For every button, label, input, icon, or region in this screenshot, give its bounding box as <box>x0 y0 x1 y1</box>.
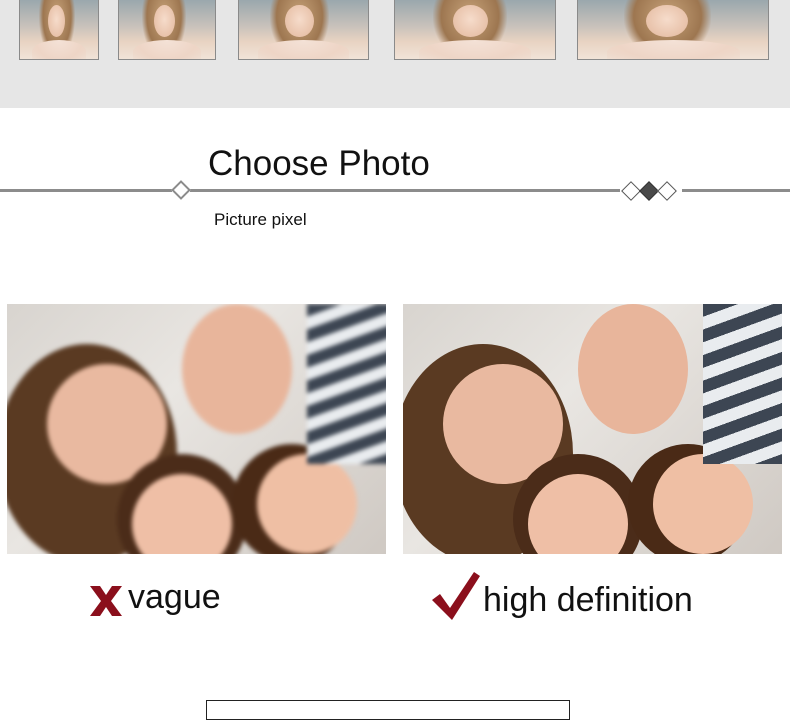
striped-shirt <box>307 304 386 464</box>
thumbnail-shoulder <box>258 40 349 59</box>
photo-content <box>7 304 386 554</box>
thumbnail-5[interactable] <box>577 0 769 60</box>
face-shape <box>578 304 688 434</box>
diamond-outline-icon <box>621 181 641 201</box>
thumbnail-shoulder <box>133 40 201 59</box>
striped-shirt <box>703 304 782 464</box>
thumbnail-4[interactable] <box>394 0 556 60</box>
thumbnail-face <box>646 4 689 38</box>
thumbnail-shoulder <box>419 40 531 59</box>
page-title: Choose Photo <box>208 144 430 183</box>
photo-content <box>403 304 782 554</box>
photo-high-definition <box>403 304 782 554</box>
x-icon <box>90 586 122 616</box>
high-definition-label: high definition <box>483 581 693 619</box>
divider-line-right <box>682 189 790 192</box>
face-shape <box>182 304 292 434</box>
checkmark-icon <box>432 572 480 620</box>
thumbnail-face <box>153 4 175 38</box>
thumbnail-face <box>452 4 488 38</box>
divider-line-left <box>0 189 172 192</box>
thumbnail-shoulder <box>31 40 87 59</box>
thumbnail-shoulder <box>606 40 740 59</box>
bottom-frame <box>206 700 570 720</box>
thumbnail-1[interactable] <box>19 0 99 60</box>
diamond-outline-icon <box>657 181 677 201</box>
diamond-filled-icon <box>639 181 659 201</box>
thumbnail-2[interactable] <box>118 0 216 60</box>
face-shape <box>257 454 357 554</box>
divider-line-middle <box>190 189 620 192</box>
photo-vague <box>7 304 386 554</box>
thumbnail-face <box>285 4 314 38</box>
thumbnail-3[interactable] <box>238 0 369 60</box>
page-subtitle: Picture pixel <box>214 210 307 229</box>
face-shape <box>653 454 753 554</box>
vague-label: vague <box>128 578 221 616</box>
diamond-outline-icon <box>171 180 191 200</box>
